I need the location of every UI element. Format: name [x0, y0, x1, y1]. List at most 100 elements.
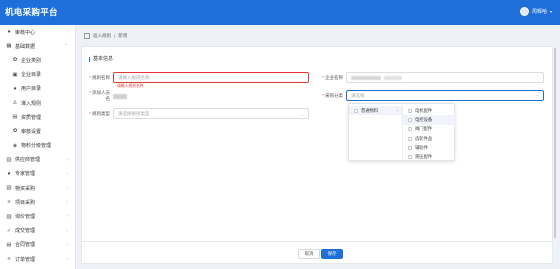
sidebar-item-label: 用户目录 [21, 86, 42, 93]
doc-icon: ▤ [6, 241, 12, 248]
checkbox[interactable] [354, 108, 358, 113]
checkbox[interactable] [408, 117, 412, 122]
user-menu[interactable]: 周辉哈 ▾ [519, 7, 552, 16]
sidebar-item-label: 企业目录 [21, 72, 42, 79]
chevron-right-icon: › [396, 108, 398, 114]
chevron-icon: › [66, 29, 69, 34]
breadcrumb-separator: / [114, 33, 116, 39]
box-icon: ▧ [6, 185, 12, 192]
rule-name-error: 请输入规则名称 [117, 84, 144, 88]
doc-icon: ▤ [12, 114, 18, 121]
sidebar-item[interactable]: ▣ 企业目录 [0, 68, 75, 82]
sidebar-item[interactable]: ▦ 基础数据 ⌃ [0, 39, 75, 53]
breadcrumb: 准入规则 / 新增 [84, 33, 127, 39]
sidebar: ● 审核中心 › ▦ 基础数据 ⌃ ✿ 企业类别 ▣ 企业目录 ● 用户目录 ♙ 准入规则 ▤ 资质管理 ✿ 审核… [0, 25, 76, 269]
checkbox[interactable] [408, 127, 412, 132]
rule-name-label: *规则名称 [89, 74, 110, 80]
creator-field: *添加人员名 [86, 90, 127, 102]
rule-type-select[interactable]: 请选择规则类型 ⌄ [113, 108, 309, 119]
purchase-category-label: *采购分类 [322, 92, 343, 98]
cascader-option[interactable]: 齿轮件品 [403, 134, 455, 143]
checkbox[interactable] [408, 108, 412, 113]
sidebar-item[interactable]: ≡ 项目采购 › [0, 195, 75, 209]
person-icon: ● [7, 170, 11, 177]
sidebar-item-label: 审核中心 [15, 29, 36, 36]
checkbox[interactable] [408, 136, 412, 141]
company-name-input[interactable] [346, 72, 544, 83]
section-title: 基本信息 [89, 57, 113, 62]
creator-value [113, 93, 127, 99]
gear-icon: ✿ [12, 57, 18, 64]
cascader-option[interactable]: 辅助件 [403, 143, 455, 152]
scrollbar[interactable] [553, 46, 556, 242]
purchase-category-select[interactable]: 请选择 ⌃ [346, 90, 544, 101]
chevron-icon: ⌃ [64, 43, 68, 49]
chevron-down-icon: ▾ [549, 9, 552, 14]
sidebar-item[interactable]: ♙ 准入规则 [0, 96, 75, 110]
rule-icon: ♙ [12, 100, 18, 107]
cascader-option-label: 液压配件 [415, 154, 433, 160]
checkbox[interactable] [408, 155, 412, 160]
cascader-option-label: 普通物料 [361, 107, 379, 113]
cascader-option-label: 阀门配件 [415, 126, 433, 132]
sidebar-item[interactable]: ▥ 供应商管理 › [0, 153, 75, 167]
sidebar-item[interactable]: ▤ 合同管理 › [0, 238, 75, 252]
cascader-option[interactable]: 普通物料 › [349, 106, 402, 116]
sidebar-item[interactable]: ● 用户目录 [0, 82, 75, 96]
cascader-option-label: 齿轮件品 [415, 135, 433, 141]
sidebar-item[interactable]: ✓ 成交管理 › [0, 224, 75, 238]
list-icon: ≡ [7, 256, 11, 263]
sidebar-item[interactable]: ✿ 企业类别 [0, 53, 75, 67]
cascader-level-1: 普通物料 › [349, 106, 403, 160]
cascader-option-label: 电控设备 [415, 116, 433, 122]
chevron-icon: › [66, 170, 69, 176]
cascader-option[interactable]: 液压配件 [403, 152, 455, 160]
checkbox[interactable] [408, 145, 412, 150]
creator-label: *添加人员名 [89, 90, 110, 101]
sidebar-item[interactable]: ▨ 询价管理 › [0, 209, 75, 223]
sidebar-item[interactable]: ≡ 订单管理 › [0, 252, 75, 266]
company-name-label: *企业名称 [322, 74, 343, 80]
cascader-option[interactable]: 电机配件 [403, 106, 455, 115]
sidebar-item-label: 订单管理 [15, 256, 36, 263]
sidebar-item-label: 基础数据 [15, 43, 36, 50]
user-name: 周辉哈 [531, 9, 547, 15]
home-icon [84, 33, 90, 39]
sidebar-item[interactable]: ● 审核中心 › [0, 25, 75, 39]
check-icon: ✓ [6, 227, 12, 234]
cascader-option-label: 电机配件 [415, 107, 433, 113]
sidebar-item[interactable]: ● 专家管理 › [0, 167, 75, 181]
sidebar-item[interactable]: ✿ 审核设置 [0, 124, 75, 138]
sidebar-item[interactable]: ◈ 物料分级管理 [0, 139, 75, 153]
form-footer: 取消 保存 [81, 242, 553, 264]
category-cascader-dropdown: 普通物料 › 电机配件电控设备阀门配件齿轮件品辅助件液压配件 [348, 103, 455, 161]
sidebar-item-label: 项目采购 [15, 199, 36, 206]
top-header: 机电采购平台 周辉哈 ▾ [0, 0, 560, 25]
rule-name-input[interactable]: 请输入规则名称 [113, 72, 309, 83]
rule-name-field: *规则名称 请输入规则名称 [86, 72, 309, 83]
save-button[interactable]: 保存 [321, 249, 343, 259]
sidebar-item-label: 资质管理 [21, 114, 42, 121]
sidebar-item-label: 准入规则 [21, 100, 42, 107]
scrollbar-thumb[interactable] [553, 48, 556, 238]
cancel-button[interactable]: 取消 [298, 249, 320, 259]
sidebar-item-label: 供应商管理 [15, 157, 41, 164]
sidebar-item[interactable]: ▧ 物资采购 › [0, 181, 75, 195]
store-icon: ▥ [6, 156, 12, 163]
sidebar-item-label: 审核设置 [21, 128, 42, 135]
cascader-option[interactable]: 电控设备 [403, 115, 455, 125]
sidebar-item[interactable]: ▤ 资质管理 [0, 110, 75, 124]
building-icon: ▣ [12, 71, 18, 78]
chevron-down-icon: ⌄ [300, 112, 304, 117]
sidebar-item-label: 合同管理 [15, 242, 36, 249]
cascader-level-2: 电机配件电控设备阀门配件齿轮件品辅助件液压配件 [403, 106, 455, 160]
gear-icon: ✿ [12, 128, 18, 135]
breadcrumb-parent[interactable]: 准入规则 [93, 33, 111, 39]
sidebar-item-label: 物资采购 [15, 185, 36, 192]
chevron-icon: › [66, 156, 69, 162]
company-name-value [351, 75, 381, 80]
sidebar-item-label: 询价管理 [15, 214, 36, 221]
rule-type-field: *规则类型 请选择规则类型 ⌄ [86, 108, 309, 119]
cascader-option[interactable]: 阀门配件 [403, 125, 455, 134]
chevron-icon: › [66, 213, 69, 219]
